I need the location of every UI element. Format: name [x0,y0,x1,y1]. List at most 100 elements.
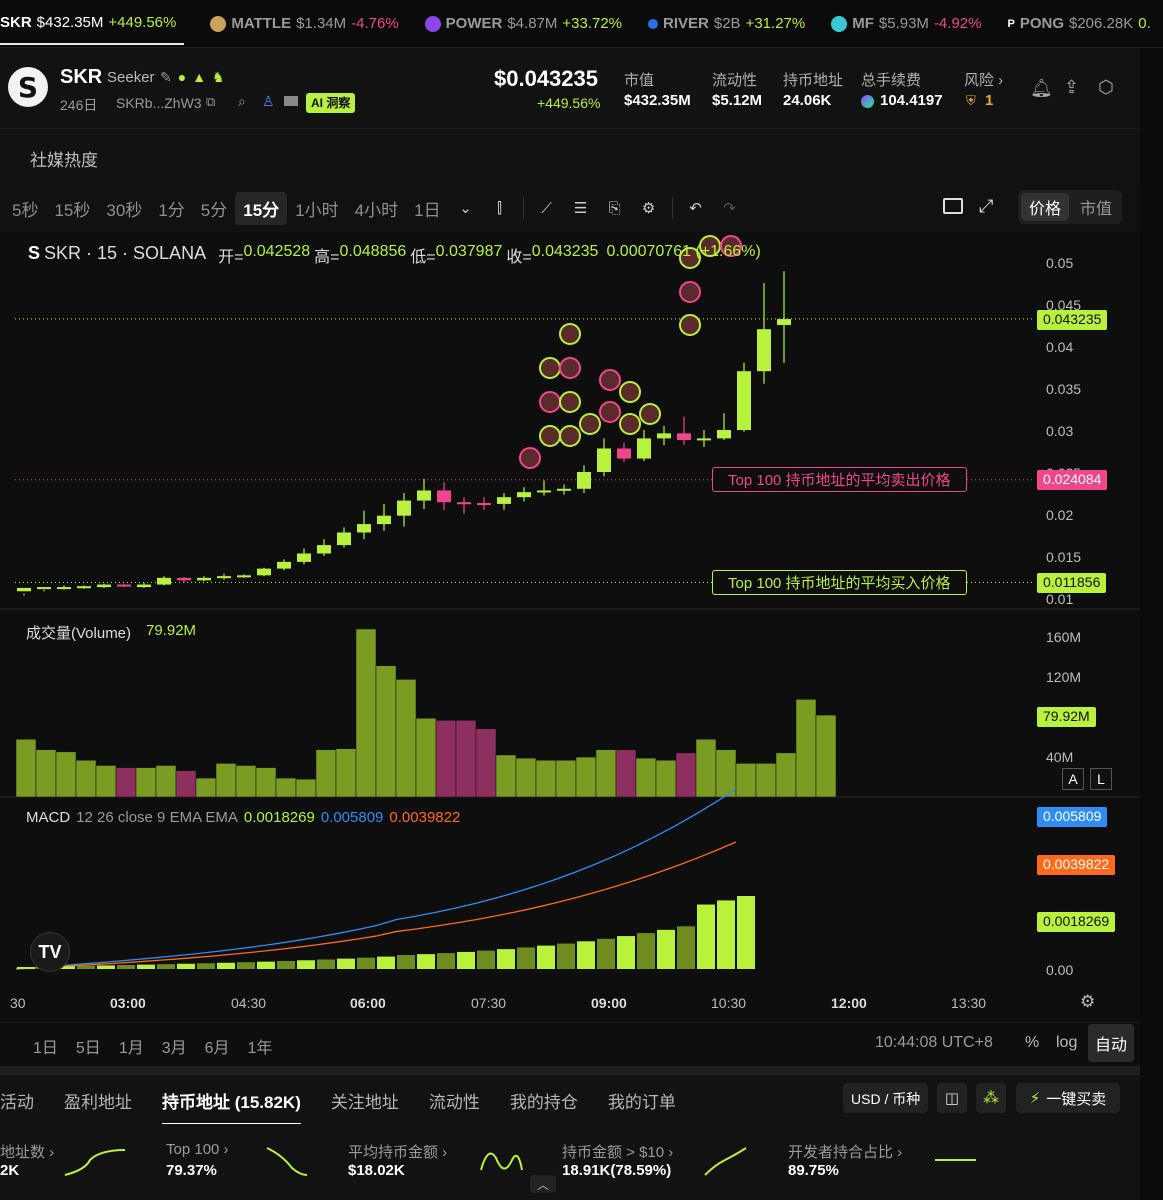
ticker-item-skr[interactable]: SKR $432.35M +449.56% [0,3,185,45]
tf-5s[interactable]: 5秒 [4,192,46,225]
avg-sell-label: Top 100 持币地址的平均卖出价格 [712,467,967,492]
quick-buy-label: 一键买卖 [1046,1090,1107,1108]
bell-icon[interactable]: 🔔︎ [1030,78,1053,99]
trader-avatar [519,447,541,469]
search-icon[interactable]: ⌕ [238,93,246,110]
quick-buy-button[interactable]: ⚡ 一键买卖 [1016,1083,1120,1113]
toggle-mcap[interactable]: 市值 [1072,193,1120,221]
ticker-item-mattle[interactable]: MATTLE $1.34M -4.76% [210,15,399,32]
price-tick: 0.015 [1046,549,1082,565]
range-1d[interactable]: 1日 [33,1034,58,1058]
header-action-icons[interactable]: ✎●▲♞ [160,69,231,86]
tf-1d[interactable]: 1日 [406,192,448,225]
ticker-item-mf[interactable]: MF $5.93M -4.92% [831,15,981,32]
tf-5m[interactable]: 5分 [193,192,235,225]
price-tick: 0.05 [1046,255,1074,271]
volume-bar [615,749,637,798]
tf-30s[interactable]: 30秒 [98,192,150,225]
trader-avatar [559,425,581,447]
tradingview-logo-icon[interactable]: TV [30,932,70,972]
log-scale-button[interactable]: L [1090,768,1112,790]
tf-15s[interactable]: 15秒 [46,192,98,225]
volume-bar [235,765,257,798]
ticker-value: $2B [713,15,741,32]
time-tick: 10:30 [711,995,747,1011]
collapse-icon[interactable]: ︿ [530,1175,556,1193]
macd-hist-bar [117,965,135,969]
token-address[interactable]: SKRb...ZhW3 [116,95,202,111]
settings-icon[interactable]: ⬡ [1098,77,1114,98]
chevron-down-icon[interactable]: ⌄ [455,197,477,219]
redo-icon[interactable]: ↷ [719,197,741,219]
macd-hist-bar [257,961,275,969]
replay-icon[interactable]: ⎘ [604,197,626,219]
range-3m[interactable]: 3月 [162,1034,187,1058]
volume-tick: 40M [1046,749,1074,765]
tab-liquidity[interactable]: 流动性 [429,1088,480,1125]
currency-toggle[interactable]: USD / 币种 [843,1083,929,1113]
ticker-bar: SKR $432.35M +449.56% MATTLE $1.34M -4.7… [0,0,1163,48]
sparkline-address-count [64,1149,126,1176]
tab-profit-addresses[interactable]: 盈利地址 [64,1088,132,1125]
percent-toggle[interactable]: % [1025,1034,1039,1052]
axis-settings-icon[interactable]: ⚙ [1080,992,1095,1012]
candle-body [737,371,751,430]
copy-icon[interactable]: ⧉ [206,94,215,110]
range-5d[interactable]: 5日 [76,1034,101,1058]
volume-bar [115,767,137,798]
price-tick: 0.03 [1046,423,1074,439]
ticker-value: $1.34M [296,15,347,32]
trader-avatar [679,281,701,303]
tf-15m[interactable]: 15分 [235,191,288,225]
candle-type-icon[interactable]: ⫿ [489,197,511,219]
ai-insight-badge[interactable]: AI 洞察 [306,93,356,113]
tf-4h[interactable]: 4小时 [347,192,406,225]
macd-hist-bar [597,938,615,969]
fullscreen-icon[interactable]: ⤢ [979,196,993,217]
tf-1m[interactable]: 1分 [150,192,192,225]
ticker-item-river[interactable]: RIVER $2B +31.27% [648,15,805,32]
share-icon[interactable]: ⇪ [1064,77,1079,98]
tab-activity[interactable]: 活动 [0,1088,34,1125]
social-heat-label[interactable]: 社媒热度 [30,146,98,171]
panel-icon[interactable]: ◫ [937,1083,967,1113]
auto-scale-button[interactable]: A [1062,768,1084,790]
ticker-symbol: RIVER [663,15,709,32]
tab-holders[interactable]: 持币地址 (15.82K) [162,1088,301,1125]
range-6m[interactable]: 6月 [205,1034,230,1058]
volume-bar [335,748,357,798]
tab-my-orders[interactable]: 我的订单 [608,1088,676,1125]
undo-icon[interactable]: ↶ [685,197,707,219]
ticker-item-power[interactable]: POWER $4.87M +33.72% [424,15,622,32]
stat-address-count-label[interactable]: 地址数 › [0,1141,54,1162]
risk-link[interactable]: 风险 › [964,69,1003,90]
stat-over10-label[interactable]: 持币金额 > $10 › [562,1141,673,1162]
stat-top100-label[interactable]: Top 100 › [166,1141,229,1158]
tab-my-positions[interactable]: 我的持仓 [510,1088,578,1125]
legend-low-label: 低= [410,249,436,266]
volume-bar [555,760,577,798]
candle-body [517,492,531,498]
indicators-icon[interactable]: ⟋ [536,197,558,219]
toggle-price[interactable]: 价格 [1021,193,1069,221]
tab-watched[interactable]: 关注地址 [331,1088,399,1125]
range-1m[interactable]: 1月 [119,1034,144,1058]
panel-resize-handle[interactable] [0,1066,1140,1074]
stat-avg-holding-label[interactable]: 平均持币金额 › [348,1141,447,1162]
tf-1h[interactable]: 1小时 [287,192,346,225]
card-icon[interactable] [284,96,298,106]
trader-avatar [579,413,601,435]
bubble-map-icon[interactable]: ⁂ [976,1083,1006,1113]
range-1y[interactable]: 1年 [248,1034,273,1058]
auto-toggle[interactable]: 自动 [1088,1024,1134,1062]
stat-dev-share-label[interactable]: 开发者持合占比 › [788,1141,902,1162]
lines-icon[interactable]: ☰ [570,197,592,219]
trader-avatar [559,323,581,345]
log-toggle[interactable]: log [1056,1034,1077,1052]
ticker-item-pong[interactable]: P PONG $206.28K 0. [1007,15,1150,32]
ticker-symbol: MF [852,15,874,32]
user-icon[interactable]: ♙ [262,93,275,110]
volume-bar [55,751,77,798]
gear-icon[interactable]: ⚙ [638,197,660,219]
layout-icon[interactable] [943,198,963,214]
